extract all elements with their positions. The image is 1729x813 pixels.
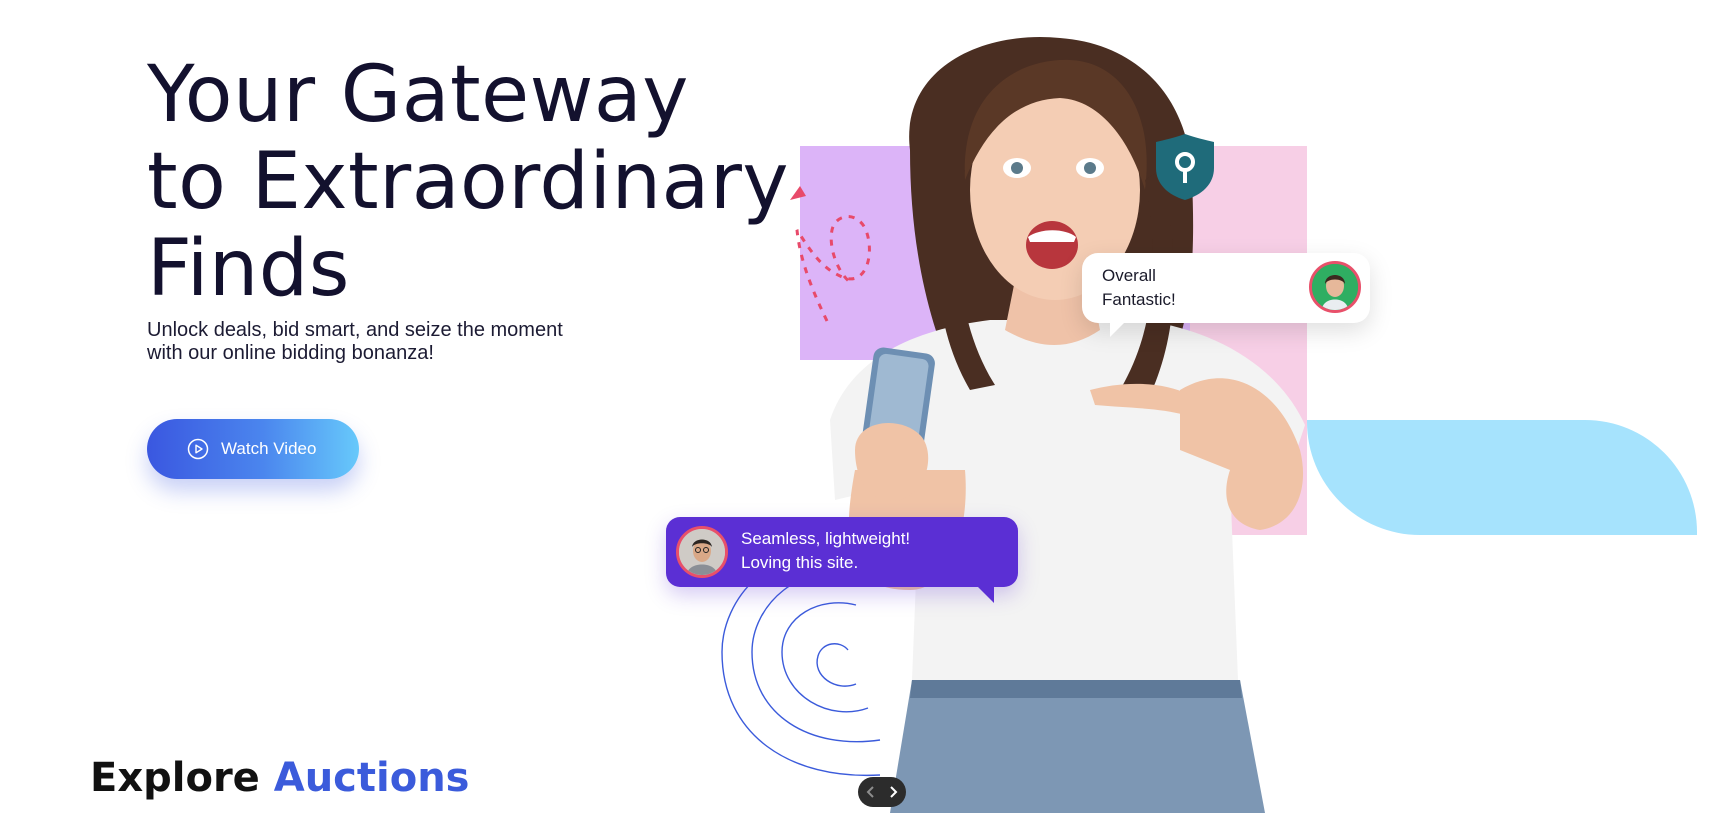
- play-circle-icon: [187, 438, 209, 460]
- carousel-next-button[interactable]: [884, 782, 902, 802]
- chevron-right-icon: [890, 786, 898, 798]
- avatar: [1309, 261, 1361, 313]
- section-title: Explore Auctions: [90, 752, 470, 804]
- carousel-nav: [858, 777, 906, 807]
- testimonial-line: Loving this site.: [741, 553, 859, 572]
- watch-video-button[interactable]: Watch Video: [147, 419, 359, 479]
- testimonial-text: Overall Fantastic!: [1102, 264, 1176, 312]
- hero-subtitle: Unlock deals, bid smart, and seize the m…: [147, 319, 563, 365]
- section-title-accent: Auctions: [273, 755, 470, 801]
- testimonial-bubble-seamless: Seamless, lightweight! Loving this site.: [666, 517, 1018, 603]
- chevron-left-icon: [866, 786, 874, 798]
- hero-title-line: Your Gateway: [147, 50, 689, 140]
- hero-subtitle-line: with our online bidding bonanza!: [147, 342, 434, 364]
- testimonial-line: Seamless, lightweight!: [741, 529, 911, 548]
- section-title-plain: Explore: [90, 755, 260, 801]
- avatar: [676, 526, 728, 578]
- hero-title-line: to Extraordinary: [147, 137, 790, 227]
- location-pin-shield-icon: [1156, 134, 1214, 200]
- testimonial-bubble-overall: Overall Fantastic!: [1082, 253, 1370, 337]
- testimonial-text: Seamless, lightweight! Loving this site.: [741, 527, 910, 575]
- hero-subtitle-line: Unlock deals, bid smart, and seize the m…: [147, 319, 563, 341]
- watch-video-label: Watch Video: [221, 439, 317, 458]
- hero-title: Your Gateway to Extraordinary Finds: [147, 52, 789, 313]
- testimonial-line: Overall: [1102, 266, 1156, 285]
- smiling-woman-image: [830, 36, 1305, 813]
- hero-title-line: Finds: [147, 224, 350, 314]
- carousel-prev-button[interactable]: [862, 782, 880, 802]
- testimonial-line: Fantastic!: [1102, 290, 1176, 309]
